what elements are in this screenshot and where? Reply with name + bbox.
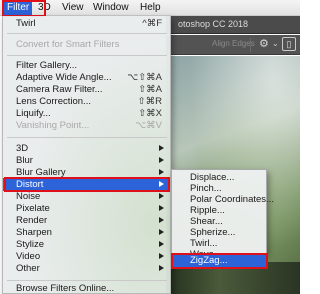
gear-icon[interactable]: ⚙	[259, 37, 269, 51]
menu-window[interactable]: Window	[93, 0, 129, 16]
submenu-item-displace[interactable]: Displace...	[172, 172, 266, 183]
submenu-item-spherize[interactable]: Spherize...	[172, 227, 266, 238]
submenu-arrow-icon	[159, 265, 164, 271]
submenu-item-label: Twirl...	[190, 238, 218, 249]
zigzag-callout	[171, 253, 268, 269]
align-edges-option[interactable]: Align Edges	[212, 39, 255, 48]
menu-item-shortcut: ^⌘F	[142, 18, 162, 29]
menu-help[interactable]: Help	[140, 0, 161, 16]
submenu-arrow-icon	[159, 157, 164, 163]
options-divider	[250, 38, 251, 52]
submenu-arrow-icon	[159, 169, 164, 175]
submenu-arrow-icon	[159, 145, 164, 151]
menu-item-label: Other	[16, 263, 40, 274]
submenu-item-label: Spherize...	[190, 227, 236, 238]
submenu-arrow-icon	[159, 229, 164, 235]
menu-item-convert-smart-filters: Convert for Smart Filters	[3, 38, 170, 51]
submenu-item-shear[interactable]: Shear...	[172, 216, 266, 227]
filter-menu-callout	[2, 0, 46, 17]
menu-item-last-filter[interactable]: Twirl ^⌘F	[3, 17, 170, 30]
submenu-item-polar-coordinates[interactable]: Polar Coordinates...	[172, 194, 274, 205]
menu-separator	[7, 280, 167, 281]
submenu-item-ripple[interactable]: Ripple...	[172, 205, 266, 216]
submenu-item-label: Displace...	[190, 172, 235, 183]
menu-item-vanishing-point: Vanishing Point... ⌥⌘V	[3, 119, 170, 132]
submenu-arrow-icon	[159, 193, 164, 199]
menu-item-browse-filters-online[interactable]: Browse Filters Online...	[3, 282, 170, 294]
submenu-arrow-icon	[159, 217, 164, 223]
menu-item-other[interactable]: Other	[3, 262, 170, 275]
menu-item-label: Vanishing Point...	[16, 120, 90, 131]
submenu-arrow-icon	[159, 253, 164, 259]
distort-submenu: Displace... Pinch... Polar Coordinates..…	[171, 169, 274, 260]
submenu-item-label: Pinch...	[190, 183, 222, 194]
menu-item-label: Browse Filters Online...	[16, 283, 115, 294]
menu-separator	[7, 55, 167, 56]
submenu-arrow-icon	[159, 205, 164, 211]
submenu-arrow-icon	[159, 241, 164, 247]
menu-item-shortcut: ⌥⌘V	[135, 120, 162, 131]
menu-item-label: Convert for Smart Filters	[16, 39, 120, 50]
submenu-item-label: Shear...	[190, 216, 223, 227]
submenu-item-twirl[interactable]: Twirl...	[172, 238, 266, 249]
photoshop-title: otoshop CC 2018	[178, 19, 249, 29]
filter-menu: Twirl ^⌘F Convert for Smart Filters Filt…	[2, 16, 171, 294]
menu-item-label: Twirl	[16, 18, 36, 29]
submenu-item-label: Ripple...	[190, 205, 225, 216]
workspace-icon[interactable]: ▯	[282, 37, 296, 51]
chevron-down-icon[interactable]: ⌄	[272, 37, 279, 51]
menu-separator	[7, 137, 167, 138]
submenu-item-label: Polar Coordinates...	[190, 194, 274, 205]
distort-callout	[4, 177, 170, 192]
menu-separator	[7, 33, 167, 34]
submenu-item-pinch[interactable]: Pinch...	[172, 183, 266, 194]
menu-view[interactable]: View	[62, 0, 84, 16]
